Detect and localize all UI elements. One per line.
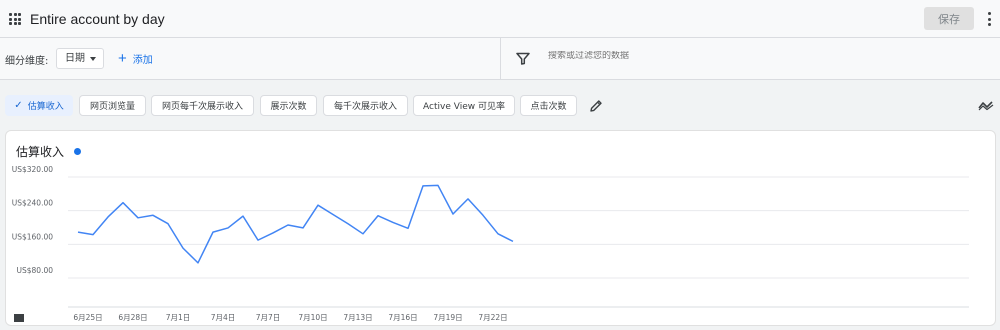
chart-card: 估算收入 US$80.00 US$160.00 US$240.00 US$320.00…	[5, 130, 996, 326]
check-icon: ✓	[14, 100, 23, 111]
metric-chip-label: Active View 可见率	[423, 102, 505, 112]
x-tick-label: 6月28日	[118, 313, 147, 322]
filter-bar: 细分维度: 日期 + 添加	[0, 38, 1000, 80]
add-dimension-button[interactable]: + 添加	[118, 49, 153, 67]
edit-pencil-icon[interactable]	[589, 99, 603, 113]
metric-chip-label: 估算收入	[27, 102, 64, 112]
more-vert-icon[interactable]	[987, 12, 991, 26]
y-tick-label: US$160.00	[12, 232, 53, 241]
add-dimension-label: 添加	[132, 55, 153, 66]
metric-chip-page-views[interactable]: 网页浏览量	[79, 95, 146, 116]
line-chart: US$80.00 US$160.00 US$240.00 US$320.00 6月25日…	[12, 165, 969, 322]
x-tick-label: 7月7日	[256, 313, 281, 322]
dropdown-caret-icon	[90, 57, 96, 61]
apps-grid-icon[interactable]	[9, 13, 21, 25]
metric-chip-active-view-viewable[interactable]: Active View 可见率	[413, 95, 515, 116]
trend-compare-icon[interactable]	[978, 99, 994, 111]
divider	[500, 38, 501, 80]
metric-chip-estimated-revenue[interactable]: ✓ 估算收入	[5, 95, 73, 116]
y-tick-label: US$320.00	[12, 165, 53, 174]
dimension-label: 细分维度:	[5, 56, 49, 67]
series-line	[77, 184, 514, 264]
x-tick-label: 6月25日	[73, 313, 102, 322]
metric-chip-bar: ✓ 估算收入 网页浏览量 网页每千次展示收入 展示次数 每千次展示收入 Acti…	[0, 80, 1000, 130]
metric-chip-label: 点击次数	[530, 102, 567, 112]
plus-icon: +	[118, 49, 127, 67]
x-tick-label: 7月22日	[478, 313, 507, 322]
x-tick-label: 7月13日	[343, 313, 372, 322]
metric-chip-label: 网页每千次展示收入	[161, 102, 243, 112]
x-tick-label: 7月4日	[211, 313, 236, 322]
metric-chip-impression-rpm[interactable]: 每千次展示收入	[323, 95, 408, 116]
save-button[interactable]: 保存	[924, 7, 974, 30]
filter-icon[interactable]	[516, 52, 530, 65]
metric-chip-impressions[interactable]: 展示次数	[260, 95, 317, 116]
x-tick-label: 7月10日	[298, 313, 327, 322]
y-tick-label: US$240.00	[12, 199, 53, 208]
metric-chip-label: 每千次展示收入	[333, 102, 397, 112]
y-tick-label: US$80.00	[17, 266, 54, 275]
table-toggle-icon[interactable]	[14, 314, 24, 322]
x-tick-label: 7月19日	[433, 313, 462, 322]
metric-chip-clicks[interactable]: 点击次数	[520, 95, 577, 116]
dimension-select[interactable]: 日期	[56, 48, 104, 69]
top-bar: Entire account by day 保存	[0, 0, 1000, 38]
dimension-select-value: 日期	[65, 53, 85, 64]
search-input[interactable]	[548, 51, 848, 61]
report-title: Entire account by day	[30, 11, 165, 27]
x-tick-label: 7月16日	[388, 313, 417, 322]
metric-chip-page-rpm[interactable]: 网页每千次展示收入	[151, 95, 254, 116]
metric-chip-label: 网页浏览量	[89, 102, 135, 112]
x-tick-label: 7月1日	[166, 313, 191, 322]
metric-chip-label: 展示次数	[270, 102, 307, 112]
